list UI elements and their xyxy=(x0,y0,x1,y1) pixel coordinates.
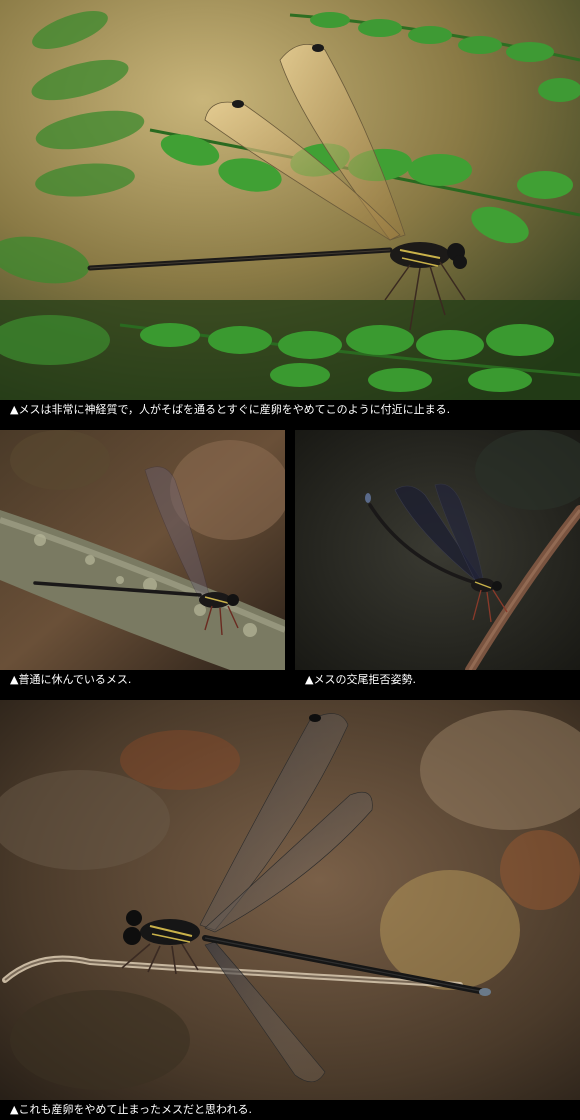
photo-mating-refusal-posture xyxy=(295,430,580,670)
photo-resting-female xyxy=(0,430,285,670)
caption-mid-left: ▲普通に休んでいるメス. xyxy=(10,673,132,686)
photo-page: ▲メスは非常に神経質で，人がそばを通るとすぐに産卵をやめてこのように付近に止まる… xyxy=(0,0,580,1120)
photo-female-on-fern xyxy=(0,0,580,400)
caption-bottom: ▲これも産卵をやめて止まったメスだと思われる. xyxy=(10,1103,252,1116)
photo-female-after-oviposition xyxy=(0,700,580,1100)
caption-mid-right: ▲メスの交尾拒否姿勢. xyxy=(305,673,416,686)
caption-top: ▲メスは非常に神経質で，人がそばを通るとすぐに産卵をやめてこのように付近に止まる… xyxy=(10,403,451,416)
